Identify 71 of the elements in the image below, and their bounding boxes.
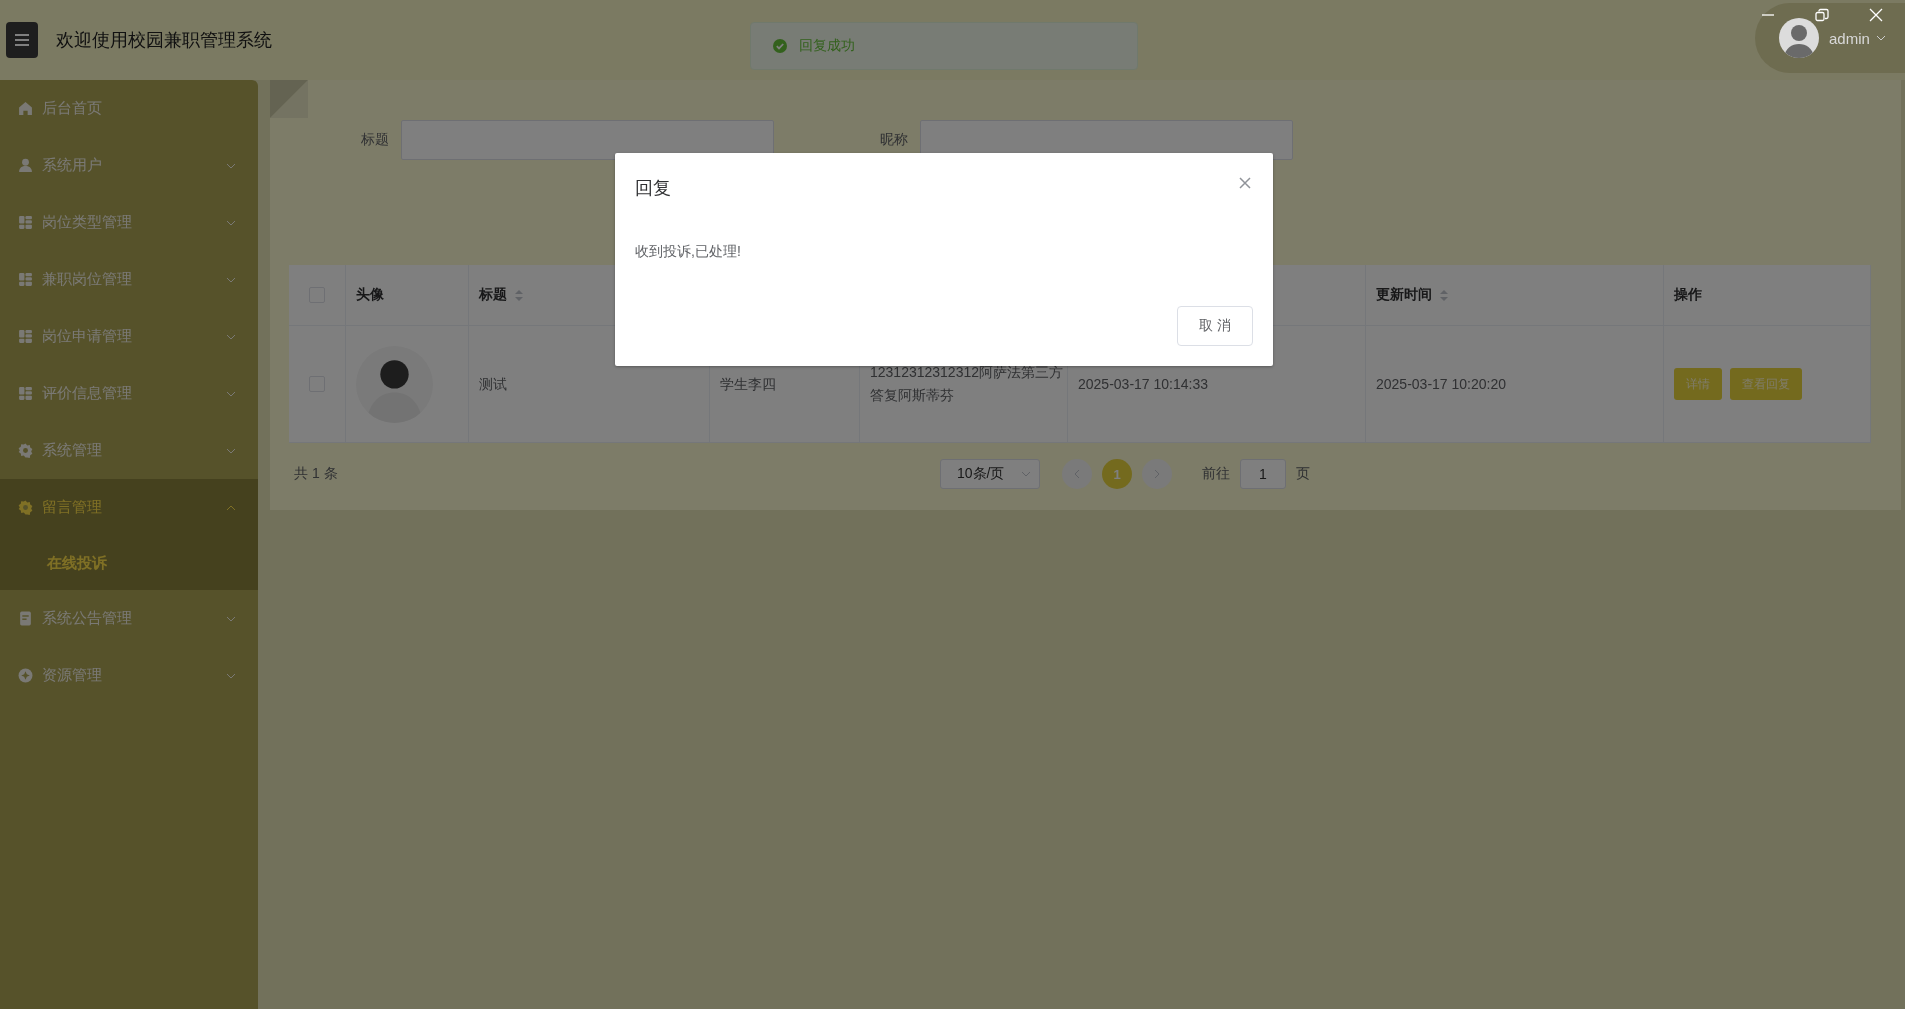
chevron-icon	[226, 218, 236, 227]
grid-icon	[18, 272, 33, 287]
caret-icon	[1875, 34, 1886, 42]
close-button[interactable]	[1239, 177, 1253, 191]
total-count: 共 1 条	[294, 465, 338, 483]
caret-icon	[1021, 470, 1031, 478]
sidebar-item[interactable]: 岗位类型管理	[0, 194, 258, 251]
check-circle-icon	[773, 39, 787, 53]
chevron-icon	[226, 614, 236, 623]
chevron-icon	[226, 503, 236, 512]
gear-icon	[18, 500, 33, 515]
menu-button[interactable]	[6, 22, 38, 58]
input-field[interactable]	[401, 120, 774, 160]
page-fold-icon	[270, 80, 308, 118]
restore-button[interactable]	[1815, 8, 1829, 22]
grid-icon	[18, 329, 33, 344]
grid-icon	[18, 215, 33, 230]
close-icon	[1239, 177, 1251, 189]
dialog-message: 收到投诉,已处理!	[635, 243, 742, 261]
dialog-title: 回复	[635, 177, 671, 200]
close-window-button[interactable]	[1869, 8, 1883, 22]
sort-icon	[515, 289, 523, 301]
restore-icon	[1815, 8, 1829, 22]
action-button[interactable]: 查看回复	[1730, 368, 1802, 400]
home-icon	[18, 101, 33, 116]
table-cell-text: 测试	[479, 374, 507, 394]
field-label: 昵称	[879, 131, 908, 149]
sidebar-item[interactable]: 后台首页	[0, 80, 258, 137]
sidebar-item[interactable]: 系统公告管理	[0, 590, 258, 647]
chevron-icon	[226, 671, 236, 680]
sidebar-item[interactable]: 系统管理	[0, 422, 258, 479]
cancel-button[interactable]: 取 消	[1177, 306, 1253, 346]
chevron-icon	[226, 332, 236, 341]
chevron-icon	[226, 389, 236, 398]
sidebar-item[interactable]: 资源管理	[0, 647, 258, 704]
page-size-select[interactable]: 10条/页	[940, 459, 1040, 489]
chevron-left-icon	[1073, 469, 1081, 479]
sidebar-item[interactable]: 兼职岗位管理	[0, 251, 258, 308]
chevron-icon	[226, 161, 236, 170]
user-menu[interactable]: admin	[1755, 3, 1905, 73]
field-label: 标题	[360, 131, 389, 149]
column-header: 头像	[356, 286, 384, 304]
gear-icon	[18, 443, 33, 458]
app-title: 欢迎使用校园兼职管理系统	[56, 29, 272, 52]
toast-message: 回复成功	[799, 37, 855, 55]
goto-label: 前往	[1202, 465, 1230, 483]
table-cell-text: 学生李四	[720, 374, 776, 394]
document-icon	[18, 611, 33, 626]
sidebar-item[interactable]: 系统用户	[0, 137, 258, 194]
page-input[interactable]: 1	[1240, 459, 1286, 489]
grid-icon	[18, 386, 33, 401]
close-icon	[1869, 8, 1883, 22]
user-icon	[18, 158, 33, 173]
table-cell-text: 2025-03-17 10:14:33	[1078, 374, 1208, 394]
avatar	[1779, 18, 1819, 58]
sidebar-item[interactable]: 评价信息管理	[0, 365, 258, 422]
sort-icon	[1440, 289, 1448, 301]
user-name: admin	[1829, 29, 1870, 47]
chevron-right-icon	[1153, 469, 1161, 479]
sparkle-icon	[18, 668, 33, 683]
sidebar-item[interactable]: 岗位申请管理	[0, 308, 258, 365]
action-button[interactable]: 详情	[1674, 368, 1722, 400]
page-suffix: 页	[1296, 465, 1310, 483]
column-header[interactable]: 标题	[479, 286, 523, 304]
page-button[interactable]: 1	[1102, 459, 1132, 489]
table-cell-text: 12312312312312阿萨法第三方答复阿斯蒂芬	[870, 363, 1064, 405]
chevron-icon	[226, 275, 236, 284]
column-header: 操作	[1674, 286, 1702, 304]
chevron-icon	[226, 446, 236, 455]
table-cell-text: 2025-03-17 10:20:20	[1376, 374, 1506, 394]
column-header[interactable]: 更新时间	[1376, 286, 1448, 304]
